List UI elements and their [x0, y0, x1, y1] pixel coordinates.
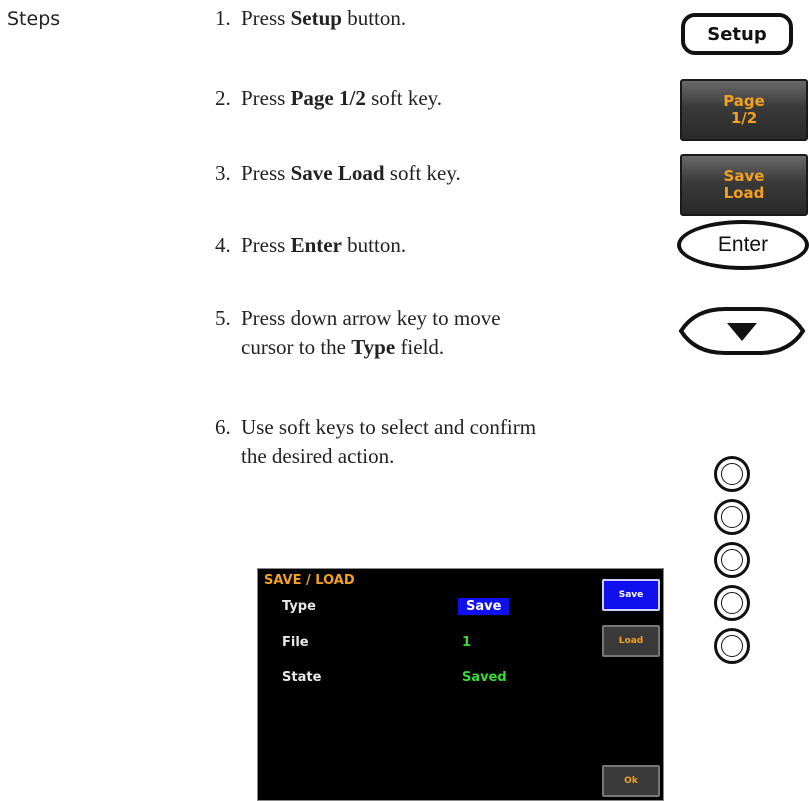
step-4: 4. Press Enter button.: [215, 231, 655, 260]
screen-load-softkey[interactable]: Load: [602, 625, 660, 657]
step-keyword: Setup: [290, 6, 342, 30]
save-load-screen: SAVE / LOAD Type Save File 1 State Saved…: [257, 568, 664, 801]
step-number: 5.: [215, 306, 231, 330]
soft-button-4-icon[interactable]: [714, 585, 750, 621]
step-keyword: Page 1/2: [290, 86, 366, 110]
step-5: 5. Press down arrow key to move cursor to…: [215, 306, 501, 359]
step-keyword: Save Load: [290, 161, 385, 185]
step-1: 1. Press Setup button.: [215, 4, 655, 33]
type-label: Type: [282, 599, 316, 614]
step-3: 3. Press Save Load soft key.: [215, 159, 655, 188]
page-softkey[interactable]: Page 1/2: [680, 79, 808, 141]
file-value: 1: [462, 635, 472, 650]
file-label: File: [282, 635, 309, 650]
step-number: 3.: [215, 161, 231, 185]
step-keyword: Type: [351, 335, 396, 359]
soft-button-2-icon[interactable]: [714, 499, 750, 535]
screen-ok-softkey[interactable]: Ok: [602, 765, 660, 797]
enter-button[interactable]: Enter: [677, 220, 809, 270]
step-6: 6. Use soft keys to select and confirm th…: [215, 415, 537, 468]
save-load-softkey[interactable]: Save Load: [680, 154, 808, 216]
soft-button-5-icon[interactable]: [714, 628, 750, 664]
soft-button-1-icon[interactable]: [714, 456, 750, 492]
screen-save-softkey[interactable]: Save: [602, 579, 660, 611]
step-number: 1.: [215, 6, 231, 30]
setup-button[interactable]: Setup: [681, 13, 793, 55]
step-2: 2. Press Page 1/2 soft key.: [215, 84, 655, 113]
steps-heading: Steps: [7, 8, 61, 30]
state-label: State: [282, 670, 322, 685]
soft-button-3-icon[interactable]: [714, 542, 750, 578]
down-arrow-key-icon[interactable]: [675, 305, 809, 357]
screen-title: SAVE / LOAD: [264, 573, 355, 588]
step-number: 6.: [215, 415, 231, 439]
type-value: Save: [458, 598, 510, 615]
step-number: 2.: [215, 86, 231, 110]
step-number: 4.: [215, 233, 231, 257]
step-keyword: Enter: [290, 233, 342, 257]
state-value: Saved: [462, 670, 507, 685]
